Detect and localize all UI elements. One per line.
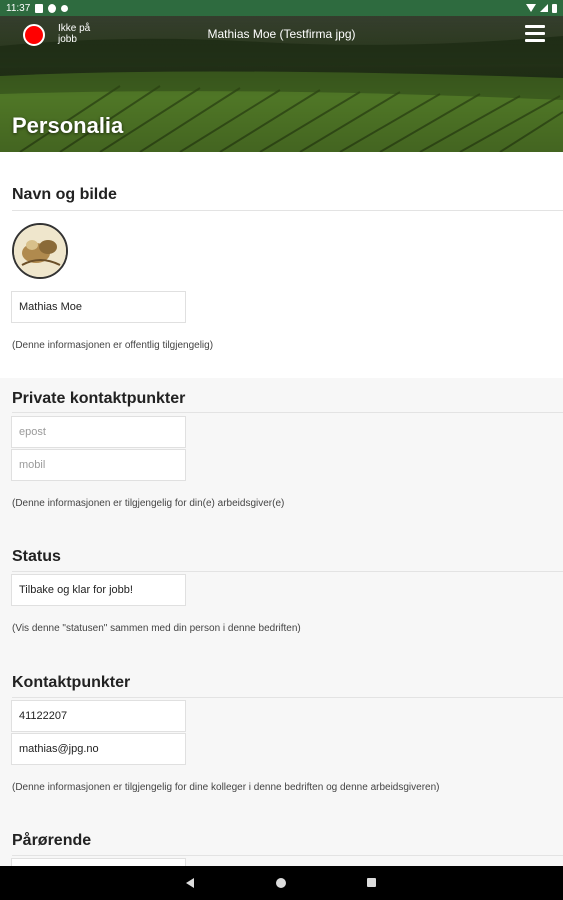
- contact-visibility-note: (Denne informasjonen er tilgjengelig for…: [12, 782, 440, 793]
- status-visibility-note: (Vis denne "statusen" sammen med din per…: [12, 623, 301, 634]
- system-navigation-bar: [0, 866, 563, 900]
- avatar[interactable]: [12, 223, 68, 279]
- clock: 11:37: [6, 2, 31, 14]
- section-title-private-contacts: Private kontaktpunkter: [12, 390, 186, 407]
- section-title-contact-points: Kontaktpunkter: [12, 674, 131, 691]
- page-title: Personalia: [12, 113, 124, 138]
- status-message-input[interactable]: Tilbake og klar for jobb!: [11, 574, 186, 606]
- section-status: Status: [0, 537, 563, 572]
- notification-icon: [35, 3, 44, 13]
- section-private-contacts: Private kontaktpunkter: [0, 378, 563, 413]
- private-visibility-note: (Denne informasjonen er tilgjengelig for…: [12, 498, 285, 509]
- section-title-status: Status: [12, 548, 61, 565]
- name-field[interactable]: Mathias Moe: [11, 291, 186, 323]
- back-icon[interactable]: [186, 878, 194, 888]
- section-title-name: Navn og bilde: [12, 186, 117, 203]
- private-email-input[interactable]: epost: [11, 416, 186, 448]
- hamburger-menu-icon[interactable]: [525, 25, 545, 43]
- section-contact-points: Kontaktpunkter: [0, 663, 563, 698]
- battery-icon: [552, 3, 557, 13]
- user-company-title: Mathias Moe (Testfirma jpg): [207, 27, 356, 41]
- wifi-icon: [526, 4, 536, 12]
- section-title-relatives: Pårørende: [12, 832, 92, 849]
- relatives-input[interactable]: [11, 858, 186, 866]
- private-mobile-input[interactable]: mobil: [11, 449, 186, 481]
- sync-icon: [61, 4, 69, 12]
- header-banner: Ikke på jobb Mathias Moe (Testfirma jpg)…: [0, 16, 563, 152]
- work-email-input[interactable]: mathias@jpg.no: [11, 733, 186, 765]
- recent-apps-icon[interactable]: [367, 878, 376, 887]
- name-visibility-note: (Denne informasjonen er offentlig tilgje…: [12, 340, 214, 351]
- app-notification-icon: [48, 3, 57, 13]
- home-icon[interactable]: [276, 878, 286, 888]
- signal-icon: [540, 4, 548, 12]
- profile-photo: [14, 225, 66, 277]
- section-relatives: Pårørende: [0, 821, 563, 856]
- system-status-bar: 11:37: [0, 0, 563, 16]
- work-phone-input[interactable]: 41122207: [11, 700, 186, 732]
